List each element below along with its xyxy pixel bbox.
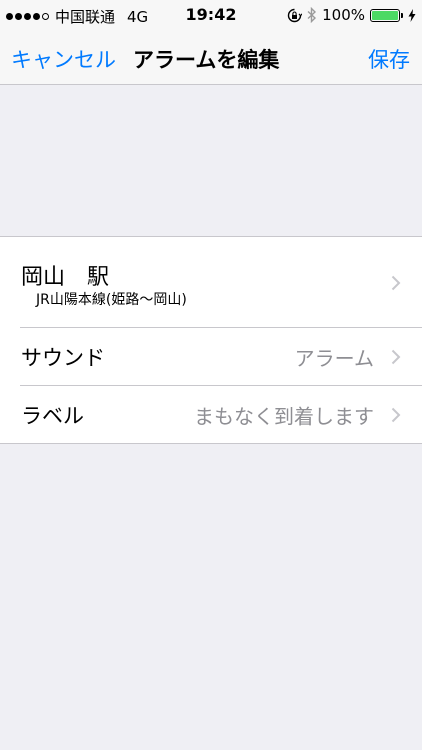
sound-value: アラーム: [294, 346, 374, 371]
settings-list: 岡山 駅 JR山陽本線(姫路～岡山) サウンド アラーム ラベル まもなく到着し…: [0, 236, 422, 444]
station-row[interactable]: 岡山 駅 JR山陽本線(姫路～岡山): [0, 237, 422, 328]
sound-row[interactable]: サウンド アラーム: [0, 328, 422, 386]
page-title: アラームを編集: [133, 48, 280, 72]
station-line: JR山陽本線(姫路～岡山): [36, 292, 187, 308]
cancel-button[interactable]: キャンセル: [11, 44, 116, 74]
save-button[interactable]: 保存: [368, 44, 410, 74]
label-value: まもなく到着します: [194, 404, 374, 428]
sound-title: サウンド: [21, 346, 105, 370]
label-title: ラベル: [21, 403, 84, 428]
status-bar: 中国联通 4G 19:42 100%: [0, 0, 422, 30]
charging-bolt-icon: [408, 8, 416, 22]
label-row[interactable]: ラベル まもなく到着します: [0, 386, 422, 443]
navigation-bar: キャンセル アラームを編集 保存: [0, 30, 422, 85]
bluetooth-icon: [307, 7, 317, 23]
status-right: 100%: [287, 6, 416, 24]
chevron-right-icon: [391, 349, 401, 365]
battery-fill: [372, 10, 398, 20]
orientation-lock-icon: [287, 8, 303, 22]
battery-percent: 100%: [322, 6, 365, 24]
battery-icon: [370, 8, 403, 22]
chevron-right-icon: [391, 407, 401, 422]
chevron-right-icon: [391, 275, 401, 290]
station-name: 岡山 駅: [21, 265, 110, 290]
